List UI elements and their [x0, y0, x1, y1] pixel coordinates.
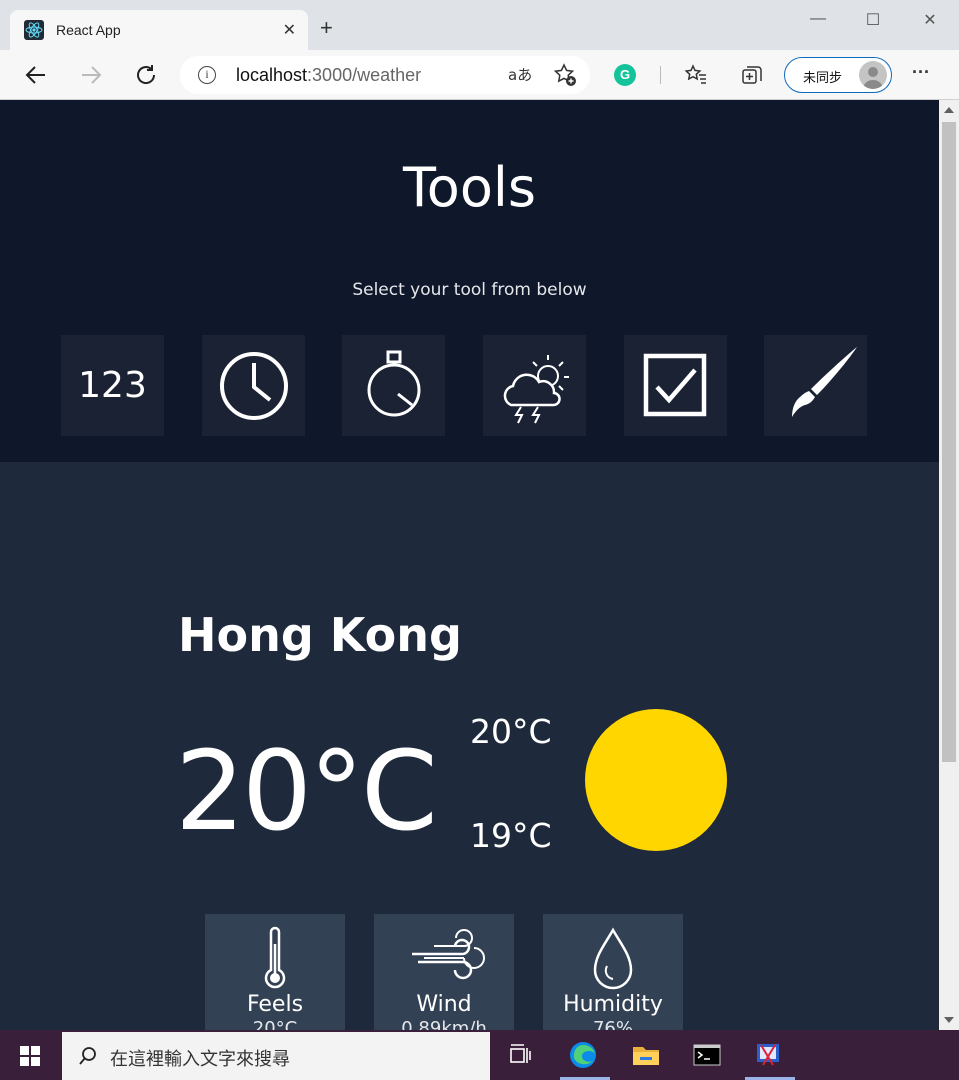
file-explorer-icon[interactable]	[631, 1040, 661, 1070]
site-info-icon[interactable]: i	[198, 66, 216, 84]
stat-value: 76%	[592, 1018, 633, 1030]
tool-todo[interactable]	[624, 335, 727, 436]
thermometer-icon	[264, 926, 286, 989]
max-temperature: 20°C	[470, 712, 552, 751]
storm-cloud-icon	[503, 355, 569, 424]
stopwatch-icon	[367, 350, 421, 417]
page-scrollbar[interactable]	[939, 100, 959, 1030]
scroll-thumb[interactable]	[942, 122, 956, 762]
address-bar[interactable]: i localhost:3000/weather aあ	[180, 56, 590, 94]
task-view-icon[interactable]	[505, 1040, 535, 1070]
tool-paint[interactable]	[764, 335, 867, 436]
toolbar-separator	[660, 66, 661, 84]
more-options-icon[interactable]: ···	[912, 62, 930, 83]
maximize-button[interactable]: ☐	[858, 10, 888, 30]
stat-label: Wind	[416, 992, 472, 1017]
sun-icon	[585, 709, 727, 851]
address-url[interactable]: localhost:3000/weather	[236, 65, 421, 86]
windows-start-icon[interactable]	[20, 1046, 40, 1066]
browser-titlebar: React App ✕ + — ☐ ✕	[0, 0, 959, 50]
stat-label: Humidity	[563, 992, 663, 1017]
window-close-button[interactable]: ✕	[915, 10, 945, 30]
stat-card-wind: Wind 0.89km/h	[374, 914, 514, 1030]
checkbox-icon	[643, 353, 707, 417]
page-subtitle: Select your tool from below	[352, 280, 587, 300]
tool-clock[interactable]	[202, 335, 305, 436]
page-title: Tools	[402, 156, 537, 219]
browser-tab[interactable]: React App ✕	[10, 10, 308, 50]
tool-stopwatch[interactable]	[342, 335, 445, 436]
edge-browser-icon[interactable]	[568, 1040, 598, 1070]
page-content: Tools Select your tool from below 123 Ho…	[0, 100, 939, 1030]
paintbrush-icon	[792, 347, 857, 417]
grammarly-extension-icon[interactable]: G	[614, 64, 636, 86]
tools-header: Tools Select your tool from below 123	[0, 100, 939, 462]
stat-card-feels: Feels 20°C	[205, 914, 345, 1030]
address-host: localhost	[236, 65, 308, 85]
forward-arrow-icon[interactable]	[78, 62, 104, 88]
collections-icon[interactable]	[740, 63, 764, 87]
clock-icon	[220, 352, 288, 420]
tool-counter[interactable]: 123	[61, 335, 164, 436]
terminal-icon[interactable]	[692, 1040, 722, 1070]
new-tab-button[interactable]: +	[320, 17, 333, 39]
back-arrow-icon[interactable]	[23, 62, 49, 88]
stat-label: Feels	[246, 992, 304, 1017]
tool-weather[interactable]	[483, 335, 586, 436]
taskbar-search-input[interactable]: 在這裡輸入文字來搜尋	[62, 1032, 490, 1080]
refresh-icon[interactable]	[133, 62, 159, 88]
wind-icon	[412, 929, 485, 980]
react-favicon-icon	[24, 20, 44, 40]
profile-sync-label: 未同步	[803, 71, 843, 86]
search-placeholder: 在這裡輸入文字來搜尋	[110, 1049, 290, 1070]
address-path: :3000/weather	[307, 65, 422, 85]
current-temperature: 20°C	[175, 727, 438, 855]
tab-title: React App	[56, 22, 121, 38]
tab-close-icon[interactable]: ✕	[283, 20, 296, 40]
min-temperature: 19°C	[470, 816, 552, 855]
favorites-icon[interactable]	[684, 63, 708, 87]
search-icon	[79, 1047, 96, 1065]
city-name: Hong Kong	[178, 608, 462, 662]
stat-card-humidity: Humidity 76%	[543, 914, 683, 1030]
snipping-tool-icon[interactable]	[753, 1040, 783, 1070]
minimize-button[interactable]: —	[803, 10, 833, 30]
scroll-up-icon[interactable]	[944, 107, 954, 113]
profile-button[interactable]: 未同步	[784, 57, 892, 93]
scroll-down-icon[interactable]	[944, 1017, 954, 1023]
browser-toolbar: i localhost:3000/weather aあ G 未同步 ···	[0, 50, 959, 100]
counter-label: 123	[78, 365, 147, 406]
read-aloud-icon[interactable]: aあ	[508, 64, 532, 85]
water-drop-icon	[593, 927, 633, 990]
add-favorite-icon[interactable]	[552, 62, 578, 88]
stat-value: 20°C	[252, 1018, 298, 1030]
avatar	[859, 61, 887, 89]
windows-taskbar: 在這裡輸入文字來搜尋	[0, 1030, 959, 1080]
stat-value: 0.89km/h	[401, 1018, 487, 1030]
